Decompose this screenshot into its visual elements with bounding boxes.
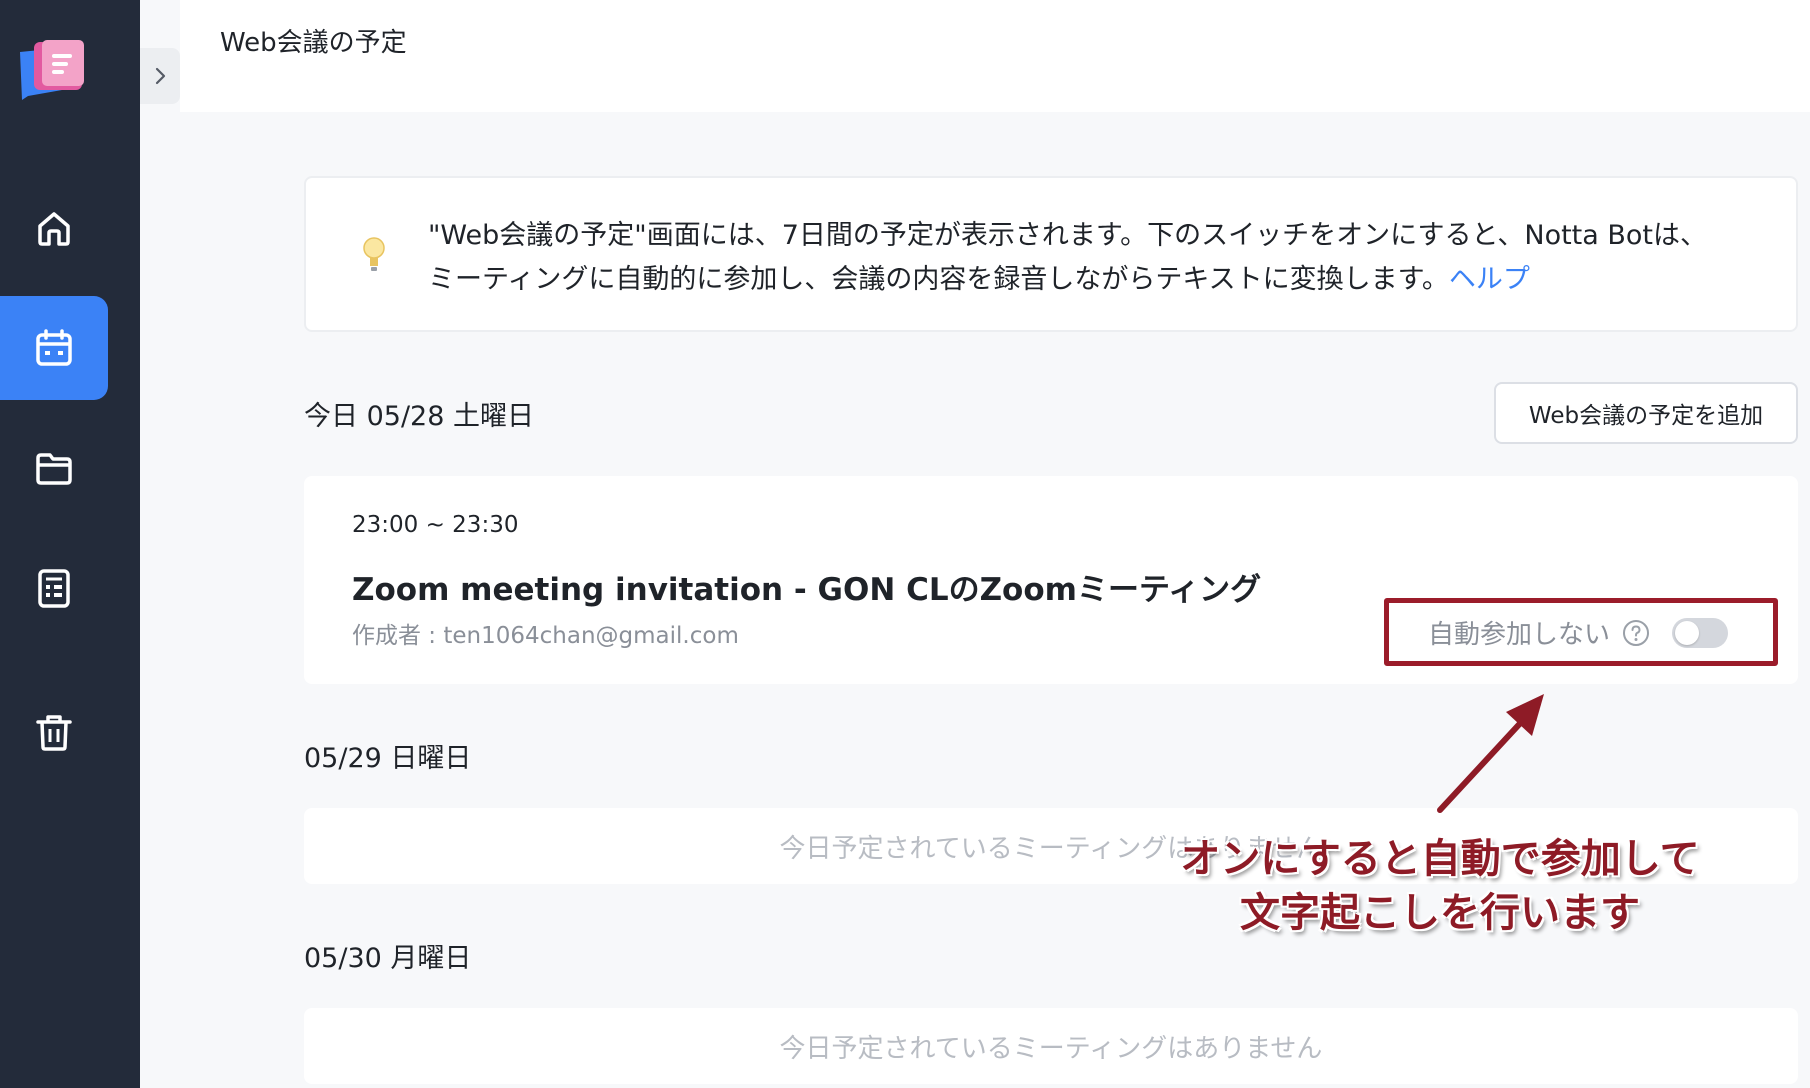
lightbulb-icon: [363, 237, 385, 271]
annotation-arrow-icon: [1437, 694, 1544, 813]
sidebar-item-folder[interactable]: [0, 416, 108, 520]
annotation-callout: オンにすると自動で参加して 文字起こしを行います: [1140, 832, 1740, 940]
sidebar-item-trash[interactable]: [0, 680, 108, 784]
folder-icon: [36, 453, 72, 485]
question-circle-icon[interactable]: [1622, 619, 1650, 647]
day-header-0530: 05/30 月曜日: [304, 943, 472, 974]
chevron-right-icon: [155, 67, 166, 85]
sidebar-item-calendar[interactable]: [0, 296, 108, 400]
meeting-time: 23:00 ~ 23:30: [352, 512, 519, 538]
page-title: Web会議の予定: [220, 28, 407, 58]
auto-join-label: 自動参加しない: [1428, 620, 1611, 650]
empty-day-card: 今日予定されているミーティングはありません: [304, 1008, 1798, 1084]
empty-day-text: 今日予定されているミーティングはありません: [779, 1034, 1323, 1064]
info-text: "Web会議の予定"画面には、7日間の予定が表示されます。下のスイッチをオンにす…: [428, 214, 1728, 302]
info-banner: "Web会議の予定"画面には、7日間の予定が表示されます。下のスイッチをオンにす…: [304, 176, 1798, 332]
meeting-title: Zoom meeting invitation - GON CLのZoomミーテ…: [352, 572, 1262, 608]
template-icon: [38, 569, 70, 608]
sidebar-item-home[interactable]: [0, 176, 108, 280]
sidebar: [0, 0, 140, 1088]
day-header-today: 今日 05/28 土曜日: [304, 401, 534, 432]
annotation-line-2: 文字起こしを行います: [1240, 890, 1640, 936]
day-header-0529: 05/29 日曜日: [304, 743, 472, 774]
meeting-creator: 作成者 : ten1064chan@gmail.com: [352, 623, 739, 649]
top-header: [180, 0, 1810, 112]
toggle-knob: [1675, 620, 1700, 645]
calendar-icon: [36, 329, 72, 366]
sidebar-expand-button[interactable]: [140, 48, 180, 104]
auto-join-control: 自動参加しない: [1428, 614, 1729, 651]
notta-logo-icon[interactable]: [18, 38, 86, 106]
sidebar-item-template[interactable]: [0, 536, 108, 640]
add-meeting-button[interactable]: Web会議の予定を追加: [1494, 382, 1798, 444]
help-link[interactable]: ヘルプ: [1449, 264, 1530, 295]
home-icon: [38, 212, 70, 246]
annotation-line-1: オンにすると自動で参加して: [1180, 836, 1700, 882]
trash-icon: [36, 715, 72, 751]
auto-join-toggle[interactable]: [1672, 617, 1729, 648]
